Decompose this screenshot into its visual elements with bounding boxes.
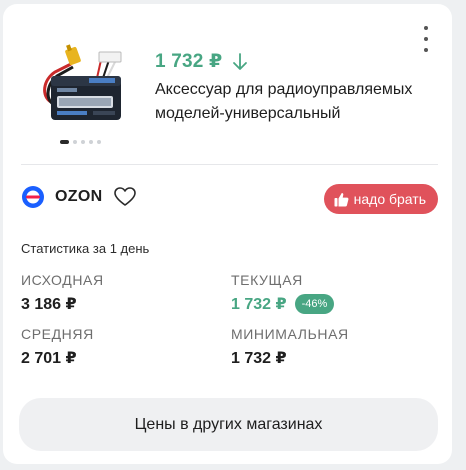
badge-label: надо брать <box>353 191 426 207</box>
carousel-dot[interactable] <box>60 140 69 144</box>
stat-value: 3 186 ₽ <box>21 294 104 314</box>
stat-label: Минимальная <box>231 326 349 342</box>
stats-title: Статистика за 1 день <box>21 241 150 256</box>
stat-average: Средняя 2 701 ₽ <box>21 326 94 368</box>
product-card: 1 732 ₽ Аксессуар для радиоуправляемых м… <box>3 4 452 464</box>
initial-price: 3 186 ₽ <box>21 296 77 313</box>
stat-value: 1 732 ₽ -46% <box>231 294 335 314</box>
discount-badge: -46% <box>294 294 335 314</box>
carousel-dot[interactable] <box>73 140 77 144</box>
divider <box>21 164 438 165</box>
stat-value: 1 732 ₽ <box>231 348 349 368</box>
shop-name[interactable]: OZON <box>55 188 102 206</box>
ozon-logo[interactable] <box>21 185 45 209</box>
stat-current: Текущая 1 732 ₽ -46% <box>231 272 335 314</box>
more-vertical-icon[interactable] <box>420 26 432 52</box>
thumbs-up-icon <box>334 192 349 206</box>
stat-label: Средняя <box>21 326 94 342</box>
current-price: 1 732 ₽ <box>155 51 223 72</box>
shop-row: OZON <box>21 185 137 209</box>
heart-outline-icon[interactable] <box>114 187 137 207</box>
carousel-dot[interactable] <box>97 140 101 144</box>
minimum-price: 1 732 ₽ <box>231 350 287 367</box>
product-title[interactable]: Аксессуар для радиоуправляемых моделей-у… <box>155 78 445 126</box>
average-price: 2 701 ₽ <box>21 350 77 367</box>
stat-label: Исходная <box>21 272 104 288</box>
stat-label: Текущая <box>231 272 303 288</box>
stat-value: 2 701 ₽ <box>21 348 94 368</box>
image-carousel-dots[interactable] <box>60 140 101 144</box>
carousel-dot[interactable] <box>89 140 93 144</box>
other-stores-button[interactable]: Цены в других магазинах <box>19 398 438 451</box>
carousel-dot[interactable] <box>81 140 85 144</box>
battery-pack-image[interactable] <box>37 38 127 134</box>
arrow-down-icon <box>233 52 248 70</box>
stat-minimum: Минимальная 1 732 ₽ <box>231 326 349 368</box>
current-stat-price: 1 732 ₽ <box>231 296 287 313</box>
recommendation-badge[interactable]: надо брать <box>323 184 438 214</box>
price-row: 1 732 ₽ <box>155 50 248 73</box>
stat-initial: Исходная 3 186 ₽ <box>21 272 104 314</box>
